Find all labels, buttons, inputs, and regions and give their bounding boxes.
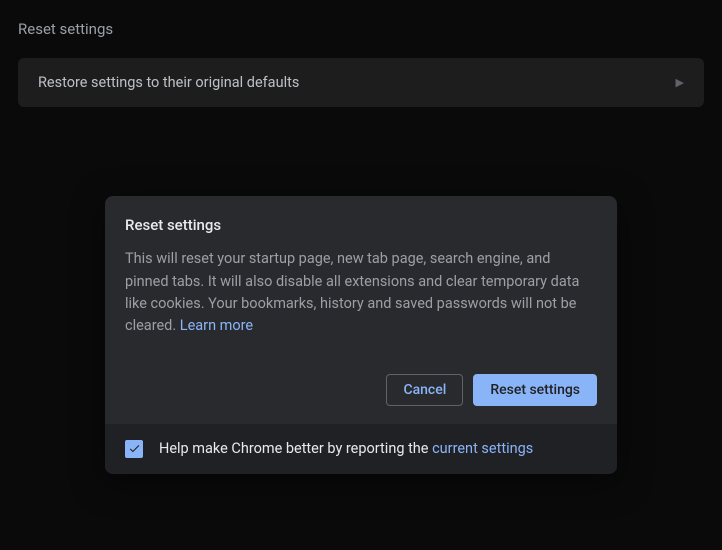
dialog-footer: Help make Chrome better by reporting the… [105,424,617,474]
current-settings-link[interactable]: current settings [432,440,533,457]
reset-settings-button[interactable]: Reset settings [473,374,597,406]
footer-label: Help make Chrome better by reporting the… [159,440,533,457]
cancel-button[interactable]: Cancel [386,374,463,406]
report-settings-checkbox[interactable] [125,440,143,458]
dialog-title: Reset settings [125,216,597,234]
reset-settings-dialog: Reset settings This will reset your star… [105,196,617,474]
dialog-body: This will reset your startup page, new t… [125,248,597,338]
learn-more-link[interactable]: Learn more [180,317,253,334]
check-icon [128,442,141,455]
footer-text-prefix: Help make Chrome better by reporting the [159,440,432,457]
dialog-overlay: Reset settings This will reset your star… [0,0,722,550]
